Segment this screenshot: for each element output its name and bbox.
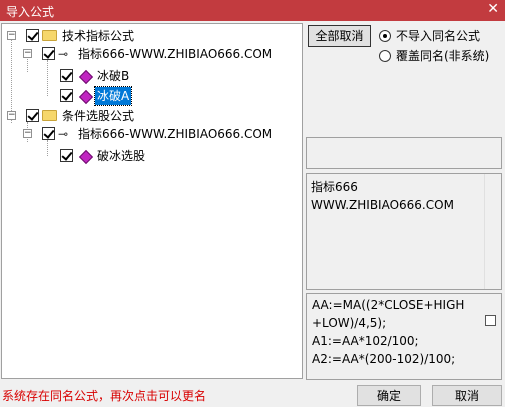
cancel-all-button[interactable]: 全部取消 [308,25,371,47]
radio-no-import[interactable]: 不导入同名公式 [379,28,499,44]
formula-icon [78,69,94,85]
collapse-toggle[interactable]: − [23,49,32,58]
tree-label: 指标666-WWW.ZHIBIAO666.COM [78,47,273,61]
key-icon: ⊸ [58,47,69,61]
folder-icon [42,110,57,121]
checkbox[interactable] [42,47,55,60]
tree-label: 指标666-WWW.ZHIBIAO666.COM [78,127,273,141]
tree-group-screening[interactable]: − 条件选股公式 [7,107,297,125]
formula-icon [78,89,94,105]
tree-item-indicator666[interactable]: − ⊸ 指标666-WWW.ZHIBIAO666.COM [23,45,303,63]
checkbox[interactable] [60,149,73,162]
tree-item-screening666[interactable]: − ⊸ 指标666-WWW.ZHIBIAO666.COM [23,125,303,143]
tree-label-selected: 冰破A [93,86,133,106]
checkbox[interactable] [485,315,496,326]
tree-item-formula-c[interactable]: 破冰选股 [43,147,193,165]
tree-item-formula-b[interactable]: 冰破B [43,67,193,85]
folder-icon [42,30,57,41]
empty-panel [306,137,502,169]
collapse-toggle[interactable]: − [23,129,32,138]
checkbox[interactable] [60,89,73,102]
ok-button[interactable]: 确定 [357,385,421,406]
formula-panel: AA:=MA((2*CLOSE+HIGH +LOW)/4,5); A1:=AA*… [306,293,502,380]
tree-group-indicators[interactable]: − 技术指标公式 [7,27,297,45]
window-title: 导入公式 [6,5,55,19]
tree-label: 技术指标公式 [62,29,135,43]
checkbox[interactable] [26,109,39,122]
info-line-2: WWW.ZHIBIAO666.COM [311,198,454,212]
checkbox[interactable] [60,69,73,82]
status-message: 系统存在同名公式，再次点击可以更名 [2,389,207,403]
collapse-toggle[interactable]: − [7,111,16,120]
info-panel: 指标666 WWW.ZHIBIAO666.COM [306,173,502,290]
radio-overwrite[interactable]: 覆盖同名(非系统) [379,48,499,64]
collapse-toggle[interactable]: − [7,31,16,40]
formula-tree[interactable]: − 技术指标公式 − ⊸ 指标666-WWW.ZHIBIAO666.COM 冰破… [1,23,303,379]
tree-label: 冰破B [97,69,130,83]
cancel-button[interactable]: 取消 [432,385,502,406]
close-icon[interactable]: ✕ [487,1,499,17]
formula-icon [78,149,94,165]
formula-source: AA:=MA((2*CLOSE+HIGH +LOW)/4,5); A1:=AA*… [312,298,465,366]
tree-label: 破冰选股 [97,149,146,163]
info-text: 指标666 WWW.ZHIBIAO666.COM [311,178,454,214]
scrollbar[interactable] [484,174,501,289]
checkbox[interactable] [26,29,39,42]
radio-button[interactable] [379,50,391,62]
title-bar: 导入公式 ✕ [0,0,505,21]
info-line-1: 指标666 [311,180,358,194]
checkbox[interactable] [42,127,55,140]
tree-item-formula-a[interactable]: 冰破A [43,86,193,106]
tree-label: 条件选股公式 [62,109,135,123]
radio-button[interactable] [379,30,391,42]
key-icon: ⊸ [58,127,69,141]
